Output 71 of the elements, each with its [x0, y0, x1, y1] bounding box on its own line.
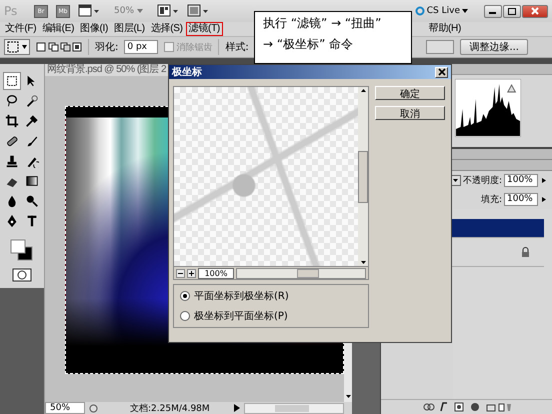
slider-arrow-icon[interactable]: [540, 194, 548, 205]
zoom-in-button[interactable]: [187, 268, 196, 278]
marquee-icon: [7, 41, 19, 53]
menu-item[interactable]: 帮助(H): [426, 22, 464, 36]
instruction-text: 执行 “滤镜” → “扭曲”: [263, 16, 382, 31]
marquee-icon[interactable]: [5, 74, 19, 88]
height-field[interactable]: [426, 40, 454, 54]
radio-option[interactable]: 平面坐标到极坐标(R): [180, 289, 362, 303]
dialog-title: 极坐标: [172, 66, 202, 79]
cs-live-icon: [414, 6, 425, 16]
scroll-up-icon[interactable]: [360, 87, 366, 94]
opacity-field[interactable]: 100%: [504, 174, 538, 187]
scroll-thumb[interactable]: [358, 150, 368, 202]
feather-field[interactable]: 0 px: [124, 40, 158, 54]
plus-icon: [189, 270, 194, 276]
slider-arrow-icon[interactable]: [540, 175, 548, 186]
minus-icon: [178, 270, 183, 276]
view-extras-icon[interactable]: [78, 4, 100, 18]
fill-field[interactable]: 100%: [504, 193, 538, 206]
style-label: 样式:: [225, 40, 249, 54]
gradient-icon[interactable]: [25, 174, 39, 188]
close-icon: [531, 7, 539, 15]
app-logo: Ps: [4, 4, 18, 18]
close-icon: [438, 68, 446, 76]
lasso-icon[interactable]: [5, 94, 19, 108]
quick-mask-icon[interactable]: [12, 268, 32, 282]
instruction-text: → “极坐标” 命令: [263, 37, 354, 52]
crop-icon[interactable]: [5, 114, 19, 128]
menu-item[interactable]: 选择(S): [148, 22, 186, 36]
pen-icon[interactable]: [5, 214, 19, 228]
ok-button[interactable]: 确定: [375, 86, 445, 100]
menu-item[interactable]: 图层(L): [111, 22, 148, 36]
restore-icon: [508, 8, 516, 14]
feather-label: 羽化:: [95, 41, 118, 54]
brush-icon[interactable]: [25, 134, 39, 148]
cs-live-button[interactable]: CS Live: [414, 6, 468, 16]
cancel-button[interactable]: 取消: [375, 106, 445, 120]
play-icon[interactable]: [234, 404, 240, 412]
document-size-text: 文档:2.25M/4.98M: [130, 402, 210, 414]
selection-mode-icons[interactable]: [36, 41, 82, 53]
caret-icon: [462, 9, 468, 13]
minimize-button[interactable]: [484, 4, 502, 18]
fill-label: 填充:: [480, 194, 502, 206]
zoom-out-button[interactable]: [176, 268, 185, 278]
arrange-documents-icon[interactable]: [156, 4, 179, 18]
type-icon[interactable]: [25, 214, 39, 228]
eyedropper-icon[interactable]: [25, 114, 39, 128]
menu-item[interactable]: 图像(I): [77, 22, 112, 36]
color-swatches-icon[interactable]: [9, 238, 35, 262]
horizontal-scrollbar[interactable]: [244, 402, 344, 414]
refine-edge-button[interactable]: 调整边缘...: [460, 39, 528, 55]
preview-zoom-field[interactable]: 100%: [198, 268, 234, 278]
magic-wand-icon[interactable]: [25, 94, 39, 108]
opacity-label: 不透明度:: [462, 174, 502, 187]
stamp-icon[interactable]: [5, 154, 19, 168]
preview-horizontal-scrollbar[interactable]: [236, 268, 366, 278]
scroll-down-icon[interactable]: [344, 393, 352, 400]
zoom-field[interactable]: 50%: [45, 402, 85, 414]
restore-button[interactable]: [503, 4, 521, 18]
menu-item[interactable]: 滤镜(T): [186, 22, 223, 36]
radio-option[interactable]: 极坐标到平面坐标(P): [180, 309, 362, 323]
dodge-icon[interactable]: [25, 194, 39, 208]
screen-mode-icon[interactable]: [186, 4, 209, 18]
layer-actions-icons[interactable]: [422, 402, 510, 412]
caret-icon: [22, 45, 27, 49]
menu-item[interactable]: 文件(F): [2, 22, 40, 36]
tool-preset-picker[interactable]: [4, 39, 30, 55]
lock-icon: [521, 247, 530, 257]
histogram-drawing: [455, 79, 521, 137]
caret-icon: [136, 9, 143, 13]
menu-item[interactable]: 编辑(E): [39, 22, 78, 36]
